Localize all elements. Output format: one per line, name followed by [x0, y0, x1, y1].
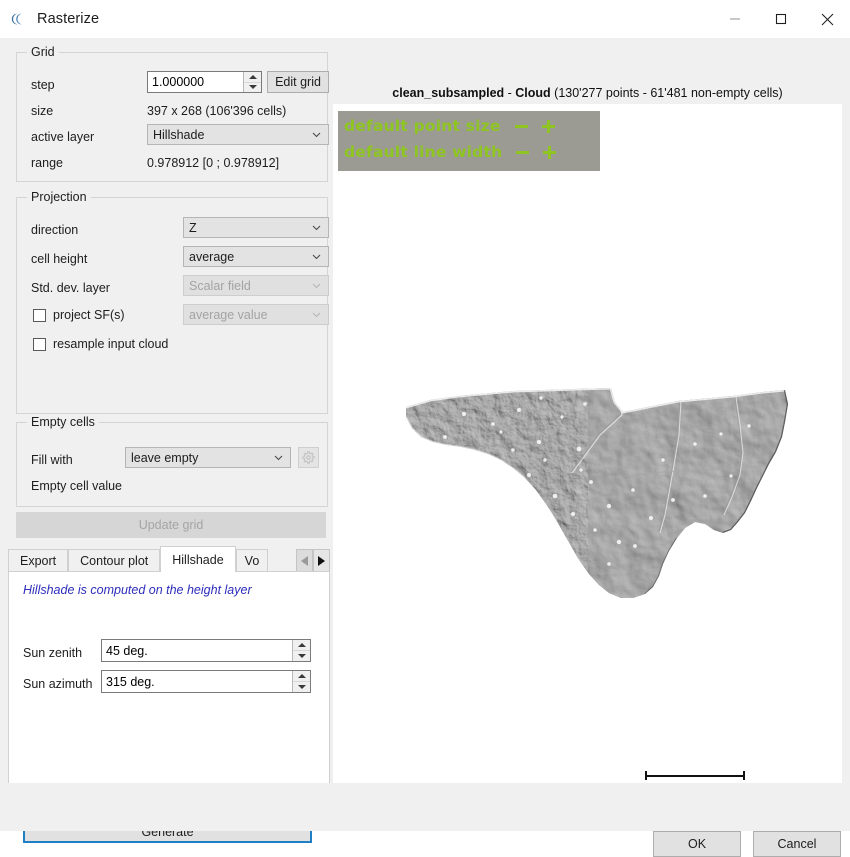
project-sf-combo: average value: [183, 304, 329, 325]
tab-scroll-right-button[interactable]: [313, 549, 330, 572]
chevron-left-icon: [301, 556, 308, 566]
sun-zenith-spinner-down[interactable]: [293, 651, 310, 661]
gl-3d-view[interactable]: default point size default line width: [333, 104, 842, 814]
cell-height-label: cell height: [31, 252, 87, 266]
dialog-body: Grid step 1.000000 Edit grid size 397 x …: [0, 38, 850, 831]
project-sf-label: project SF(s): [53, 308, 125, 322]
empty-cells-group-title: Empty cells: [27, 415, 99, 429]
size-label: size: [31, 104, 53, 118]
size-value: 397 x 268 (106'396 cells): [147, 104, 286, 118]
sun-zenith-label: Sun zenith: [23, 646, 82, 660]
sun-azimuth-spinbox[interactable]: 315 deg.: [101, 670, 311, 693]
resample-input-cloud-checkrow[interactable]: resample input cloud: [33, 337, 168, 351]
sun-zenith-spinner-arrows[interactable]: [292, 640, 310, 661]
terrain-hillshade-render: [333, 104, 842, 814]
scale-bar-line: [645, 771, 745, 780]
sun-zenith-input[interactable]: 45 deg.: [102, 640, 292, 661]
std-dev-layer-value: Scalar field: [189, 279, 251, 293]
tab-scroll-left-button: [296, 549, 313, 572]
active-layer-value: Hillshade: [153, 128, 204, 142]
direction-combo[interactable]: Z: [183, 217, 329, 238]
grid-group: Grid step 1.000000 Edit grid size 397 x …: [16, 52, 328, 182]
chevron-down-icon: [274, 453, 283, 462]
projection-group-title: Projection: [27, 190, 91, 204]
view-stats: (130'277 points - 61'481 non-empty cells…: [551, 86, 783, 100]
update-grid-button: Update grid: [16, 512, 326, 538]
dialog-button-box: OK Cancel: [0, 783, 850, 831]
maximize-icon[interactable]: [758, 0, 804, 38]
ok-button[interactable]: OK: [653, 831, 741, 857]
hillshade-hint: Hillshade is computed on the height laye…: [23, 583, 252, 597]
direction-value: Z: [189, 221, 197, 235]
std-dev-layer-label: Std. dev. layer: [31, 281, 110, 295]
sun-azimuth-spinner-up[interactable]: [293, 671, 310, 682]
sun-azimuth-input[interactable]: 315 deg.: [102, 671, 292, 692]
sun-azimuth-label: Sun azimuth: [23, 677, 92, 691]
close-icon[interactable]: [804, 0, 850, 38]
window-title: Rasterize: [37, 11, 99, 27]
minimize-icon[interactable]: [712, 0, 758, 38]
chevron-down-icon: [312, 223, 321, 232]
project-sf-checkbox[interactable]: [33, 309, 46, 322]
fill-with-combo[interactable]: leave empty: [125, 447, 291, 468]
step-spinner-down[interactable]: [244, 83, 261, 93]
edit-grid-button[interactable]: Edit grid: [267, 71, 329, 93]
chevron-right-icon: [318, 556, 325, 566]
cancel-button[interactable]: Cancel: [753, 831, 841, 857]
view-entity-type: Cloud: [515, 86, 550, 100]
cloudcompare-cc-icon: [10, 10, 28, 28]
resample-input-cloud-label: resample input cloud: [53, 337, 168, 351]
sun-azimuth-spinner-down[interactable]: [293, 682, 310, 692]
empty-cell-value-label: Empty cell value: [31, 479, 122, 493]
std-dev-layer-combo: Scalar field: [183, 275, 329, 296]
tab-widget: Export Contour plot Hillshade Vo Hillsha…: [8, 546, 330, 797]
window-controls: [712, 0, 850, 38]
gear-icon: [302, 451, 315, 464]
tab-pane-hillshade: Hillshade is computed on the height laye…: [8, 571, 330, 797]
projection-group: Projection direction Z cell height avera…: [16, 197, 328, 414]
tab-nav: [296, 549, 330, 572]
resample-input-cloud-checkbox[interactable]: [33, 338, 46, 351]
active-layer-label: active layer: [31, 130, 94, 144]
fill-with-settings-button: [298, 447, 319, 468]
chevron-down-icon: [312, 281, 321, 290]
cell-height-combo[interactable]: average: [183, 246, 329, 267]
project-sf-checkrow[interactable]: project SF(s): [33, 308, 125, 322]
range-label: range: [31, 156, 63, 170]
tab-hillshade[interactable]: Hillshade: [160, 546, 235, 572]
view-entity-name: clean_subsampled: [392, 86, 504, 100]
tab-export[interactable]: Export: [8, 549, 68, 572]
view-header: clean_subsampled - Cloud (130'277 points…: [333, 82, 842, 104]
tab-bar: Export Contour plot Hillshade Vo: [8, 546, 330, 572]
sun-zenith-spinbox[interactable]: 45 deg.: [101, 639, 311, 662]
range-value: 0.978912 [0 ; 0.978912]: [147, 156, 279, 170]
view-separator: -: [504, 86, 515, 100]
tab-contour-plot[interactable]: Contour plot: [68, 549, 160, 572]
tab-volume[interactable]: Vo: [236, 549, 268, 572]
step-spinner-arrows[interactable]: [243, 72, 261, 92]
step-input[interactable]: 1.000000: [148, 72, 243, 92]
empty-cells-group: Empty cells Fill with leave empty Empty …: [16, 422, 328, 507]
chevron-down-icon: [312, 310, 321, 319]
step-spinbox[interactable]: 1.000000: [147, 71, 262, 93]
chevron-down-icon: [312, 130, 321, 139]
sun-azimuth-spinner-arrows[interactable]: [292, 671, 310, 692]
project-sf-combo-value: average value: [189, 308, 268, 322]
chevron-down-icon: [312, 252, 321, 261]
sun-zenith-spinner-up[interactable]: [293, 640, 310, 651]
cell-height-value: average: [189, 250, 234, 264]
grid-group-title: Grid: [27, 45, 59, 59]
step-spinner-up[interactable]: [244, 72, 261, 83]
step-label: step: [31, 78, 55, 92]
direction-label: direction: [31, 223, 78, 237]
title-bar: Rasterize: [0, 0, 850, 38]
fill-with-label: Fill with: [31, 453, 73, 467]
active-layer-combo[interactable]: Hillshade: [147, 124, 329, 145]
fill-with-value: leave empty: [131, 451, 198, 465]
